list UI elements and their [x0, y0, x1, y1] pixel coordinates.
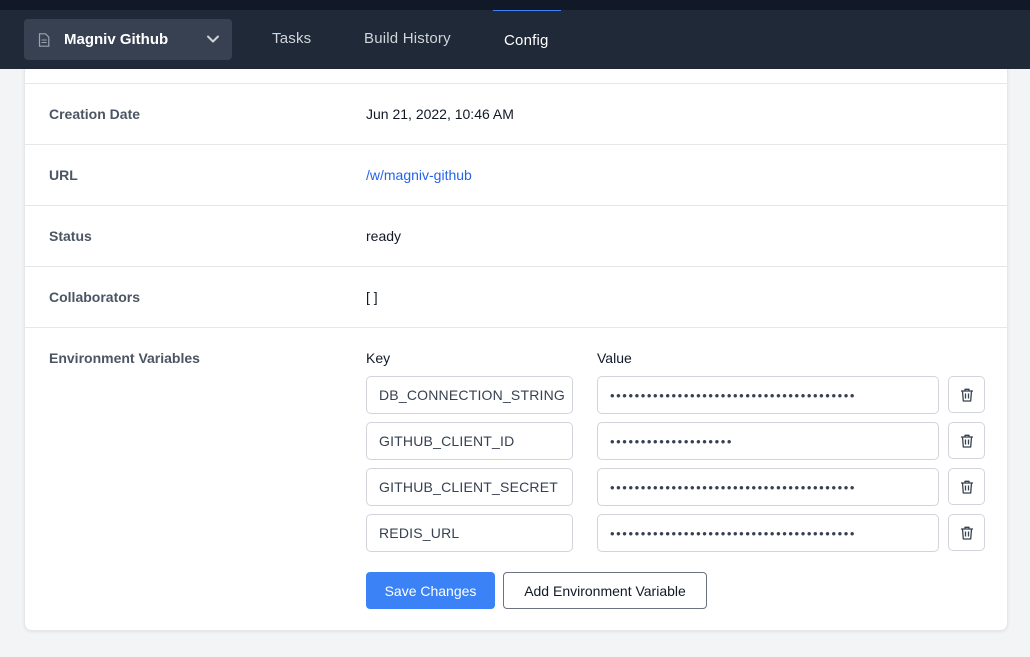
trash-icon: [960, 434, 973, 448]
delete-env-button[interactable]: [948, 514, 985, 551]
env-key-input[interactable]: GITHUB_CLIENT_SECRET: [366, 468, 573, 506]
env-key-input[interactable]: GITHUB_CLIENT_ID: [366, 422, 573, 460]
top-strip: [0, 0, 1030, 10]
trash-icon: [960, 388, 973, 402]
delete-env-button[interactable]: [948, 468, 985, 505]
env-value-input[interactable]: ••••••••••••••••••••••••••••••••••••••••: [597, 468, 939, 506]
tab-config[interactable]: Config: [504, 32, 549, 49]
url-row: URL /w/magniv-github: [25, 144, 1007, 205]
env-value-input[interactable]: ••••••••••••••••••••••••••••••••••••••••: [597, 376, 939, 414]
tab-build-history[interactable]: Build History: [364, 30, 451, 47]
env-key-input[interactable]: DB_CONNECTION_STRING: [366, 376, 573, 414]
env-key-header: Key: [366, 350, 391, 366]
trash-icon: [960, 526, 973, 540]
env-key-input[interactable]: REDIS_URL: [366, 514, 573, 552]
url-label: URL: [49, 167, 78, 183]
save-changes-button[interactable]: Save Changes: [366, 572, 495, 609]
trash-icon: [960, 480, 973, 494]
workspace-config-card: Creation Date Jun 21, 2022, 10:46 AM URL…: [24, 69, 1008, 631]
top-nav-bar: Magniv Github Tasks Build History Config: [0, 0, 1030, 69]
env-value-input[interactable]: ••••••••••••••••••••: [597, 422, 939, 460]
collaborators-value: [ ]: [366, 289, 378, 305]
add-env-variable-button[interactable]: Add Environment Variable: [503, 572, 707, 609]
env-divider: [25, 327, 1007, 328]
status-label: Status: [49, 228, 92, 244]
status-value: ready: [366, 228, 402, 244]
delete-env-button[interactable]: [948, 376, 985, 413]
env-vars-label: Environment Variables: [49, 350, 200, 366]
env-value-header: Value: [597, 350, 632, 366]
document-icon: [38, 32, 50, 47]
creation-date-row: Creation Date Jun 21, 2022, 10:46 AM: [25, 83, 1007, 144]
collaborators-row: Collaborators [ ]: [25, 266, 1007, 327]
creation-date-label: Creation Date: [49, 106, 141, 122]
workspace-name: Magniv Github: [64, 31, 169, 48]
collaborators-label: Collaborators: [49, 289, 141, 305]
env-value-input[interactable]: ••••••••••••••••••••••••••••••••••••••••: [597, 514, 939, 552]
url-link[interactable]: /w/magniv-github: [366, 167, 472, 183]
workspace-selector[interactable]: Magniv Github: [24, 19, 232, 60]
chevron-down-icon: [206, 32, 220, 46]
status-row: Status ready: [25, 205, 1007, 266]
delete-env-button[interactable]: [948, 422, 985, 459]
creation-date-value: Jun 21, 2022, 10:46 AM: [366, 106, 514, 122]
active-tab-indicator: [493, 10, 561, 11]
tab-tasks[interactable]: Tasks: [272, 30, 311, 47]
